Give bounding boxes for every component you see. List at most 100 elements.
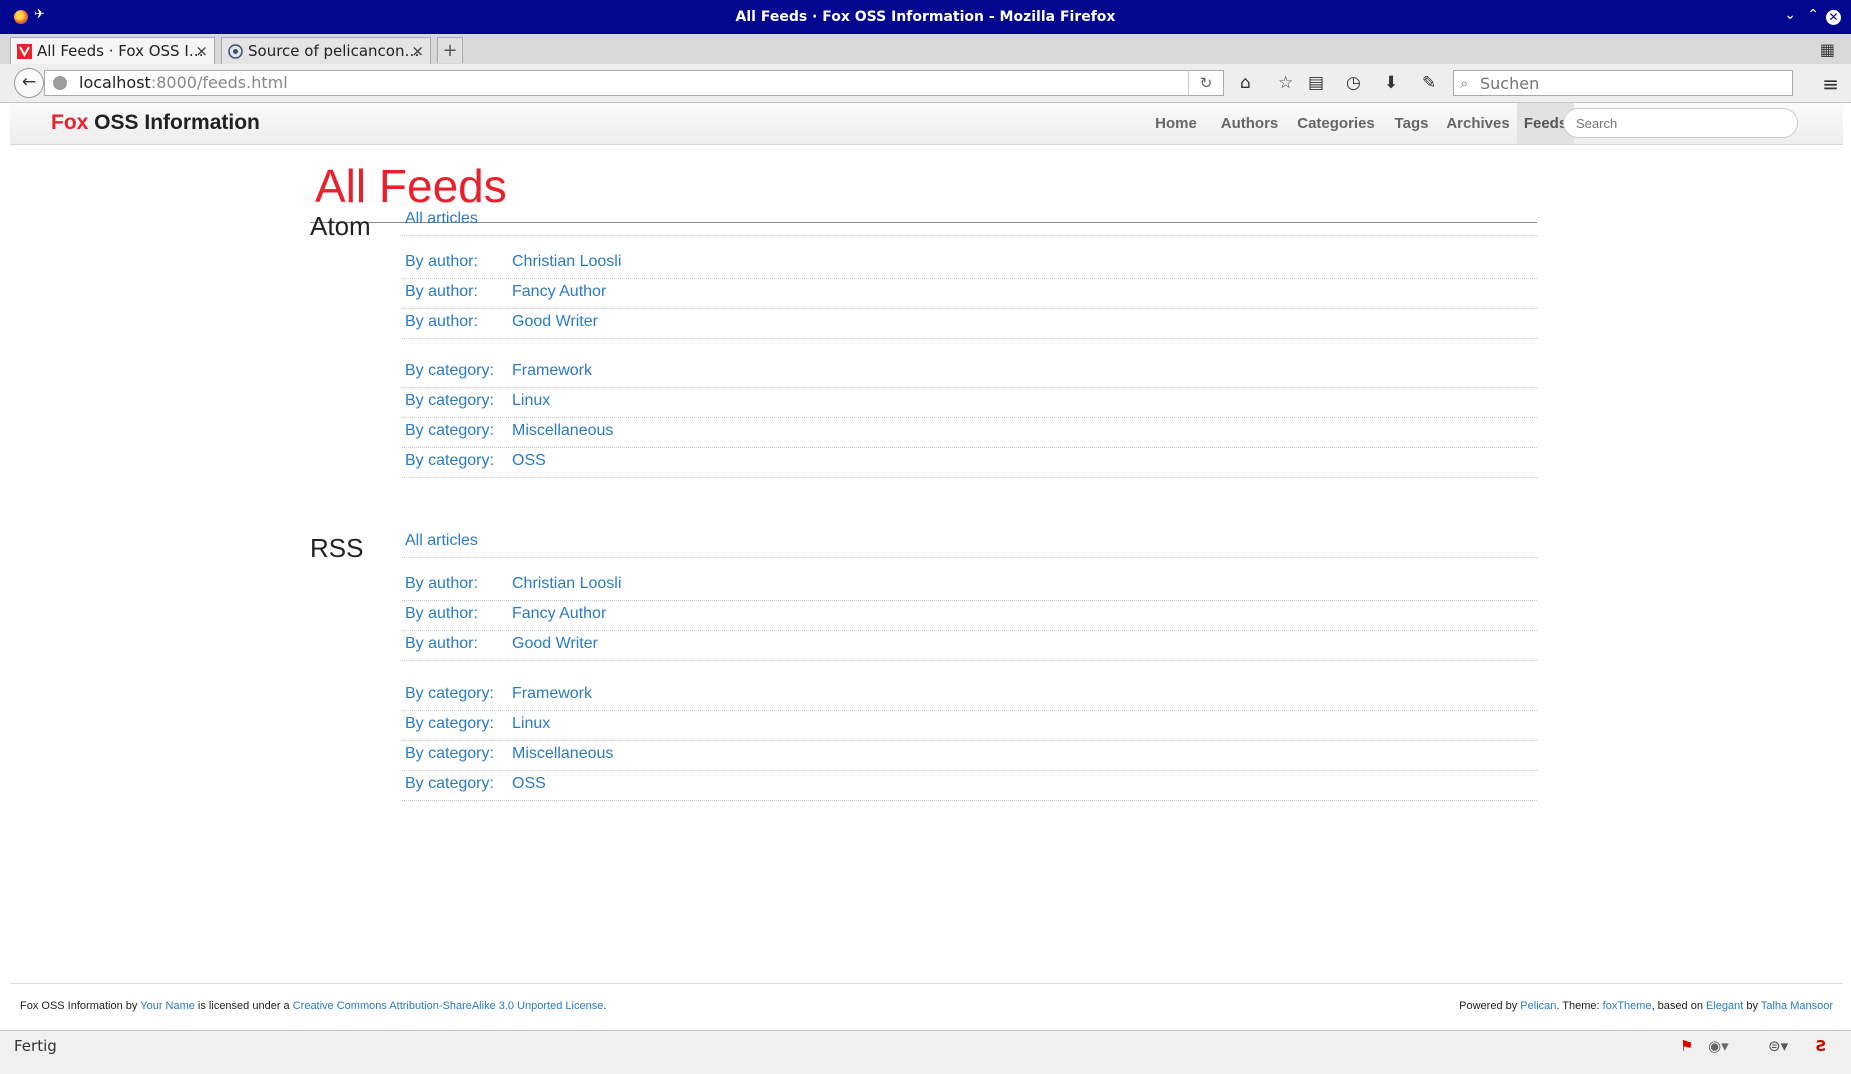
status-bar: Fertig ⚑ ◉▾ ⊜▾ Ƨ: [0, 1030, 1851, 1074]
addon-s-icon[interactable]: Ƨ: [1816, 1037, 1827, 1055]
feed-row-author: By author: Fancy Author: [402, 600, 1537, 631]
developer-tools-icon[interactable]: ✎: [1422, 73, 1436, 93]
feed-row-category: By category: Framework: [402, 357, 1537, 388]
feed-row-category: By category: Miscellaneous: [402, 417, 1537, 448]
feed-row-category: By category: Framework: [402, 680, 1537, 711]
feed-link-author[interactable]: Fancy Author: [512, 283, 606, 301]
feed-row-category: By category: Miscellaneous: [402, 740, 1537, 771]
feed-row-category: By category: Linux: [402, 387, 1537, 418]
feed-row-category: By category: OSS: [402, 770, 1537, 801]
footer-link-license[interactable]: Creative Commons Attribution-ShareAlike …: [293, 1000, 604, 1012]
tab-source[interactable]: Source of pelicancon… ×: [221, 37, 431, 64]
feed-label[interactable]: By author:: [405, 253, 478, 271]
bookmarks-menu-icon[interactable]: ▤: [1308, 73, 1324, 93]
tab-label: All Feeds · Fox OSS I…: [37, 42, 204, 60]
feed-label[interactable]: By category:: [405, 452, 494, 470]
feed-link-author[interactable]: Good Writer: [512, 313, 598, 331]
site-brand[interactable]: Fox OSS Information: [51, 111, 260, 135]
tab-groups-icon[interactable]: ▦: [1820, 40, 1835, 59]
tab-all-feeds[interactable]: All Feeds · Fox OSS I… ×: [10, 37, 215, 64]
section-heading-atom: Atom: [310, 211, 371, 241]
footer-link-author[interactable]: Your Name: [140, 1000, 195, 1012]
feed-label[interactable]: By author:: [405, 313, 478, 331]
feed-label[interactable]: By category:: [405, 715, 494, 733]
history-icon[interactable]: ◷: [1346, 73, 1361, 93]
feed-row-author: By author: Good Writer: [402, 308, 1537, 339]
home-icon[interactable]: ⌂: [1240, 73, 1251, 93]
feed-row-all: All articles: [402, 205, 1537, 236]
nav-authors[interactable]: Authors: [1211, 103, 1288, 144]
feed-label[interactable]: By author:: [405, 635, 478, 653]
nav-tags[interactable]: Tags: [1384, 103, 1439, 144]
feed-label[interactable]: By author:: [405, 575, 478, 593]
window-titlebar: ✈ All Feeds · Fox OSS Information - Mozi…: [0, 0, 1851, 34]
section-heading-rss: RSS: [310, 533, 364, 563]
feed-link-category[interactable]: Linux: [512, 715, 550, 733]
feed-label[interactable]: By author:: [405, 283, 478, 301]
browser-search-bar[interactable]: ⌕: [1453, 70, 1793, 96]
nav-categories[interactable]: Categories: [1288, 103, 1384, 144]
footer-link-theme[interactable]: foxTheme: [1603, 1000, 1652, 1012]
browser-search-input[interactable]: [1480, 72, 1780, 94]
downloads-icon[interactable]: ⬇: [1384, 73, 1398, 93]
back-button[interactable]: ←: [14, 68, 44, 98]
feed-row-category: By category: Linux: [402, 710, 1537, 741]
nav-archives[interactable]: Archives: [1439, 103, 1517, 144]
proxy-icon[interactable]: ⊜▾: [1768, 1037, 1788, 1055]
site-header: Fox OSS Information Home Authors Categor…: [10, 103, 1843, 145]
navigation-toolbar: ← localhost:8000/feeds.html ↻ ⌂ ☆ ▤ ◷ ⬇ …: [0, 64, 1851, 103]
feed-label[interactable]: By category:: [405, 362, 494, 380]
maximize-button[interactable]: ⌃: [1807, 7, 1819, 23]
fox-favicon-icon: [17, 44, 32, 59]
url-bar[interactable]: localhost:8000/feeds.html ↻: [44, 70, 1224, 96]
feed-link-author[interactable]: Christian Loosli: [512, 575, 621, 593]
site-search-input[interactable]: [1563, 108, 1798, 138]
reload-icon[interactable]: ↻: [1188, 71, 1223, 95]
feed-row-category: By category: OSS: [402, 447, 1537, 478]
feed-link-category[interactable]: Miscellaneous: [512, 745, 613, 763]
minimize-button[interactable]: ⌄: [1784, 7, 1796, 23]
footer-link-pelican[interactable]: Pelican: [1520, 1000, 1556, 1012]
feed-label[interactable]: By category:: [405, 745, 494, 763]
language-flag-icon[interactable]: ⚑: [1680, 1037, 1693, 1055]
footer-license: Fox OSS Information by Your Name is lice…: [20, 1000, 607, 1012]
feed-row-author: By author: Christian Loosli: [402, 570, 1537, 601]
footer-credits: Powered by Pelican. Theme: foxTheme, bas…: [1459, 1000, 1833, 1012]
feed-link-all-articles[interactable]: All articles: [405, 210, 478, 228]
feed-label[interactable]: By category:: [405, 685, 494, 703]
feed-link-category[interactable]: Framework: [512, 685, 592, 703]
site-identity-icon[interactable]: [53, 76, 67, 90]
feed-link-category[interactable]: OSS: [512, 775, 546, 793]
page-viewport: Fox OSS Information Home Authors Categor…: [10, 103, 1843, 1030]
url-text[interactable]: localhost:8000/feeds.html: [79, 71, 288, 95]
tab-close-icon[interactable]: ×: [195, 38, 208, 64]
tab-close-icon[interactable]: ×: [411, 38, 424, 64]
feed-row-author: By author: Christian Loosli: [402, 248, 1537, 279]
feed-link-category[interactable]: Miscellaneous: [512, 422, 613, 440]
globe-favicon-icon: [228, 44, 243, 59]
nav-home[interactable]: Home: [1141, 103, 1211, 144]
new-tab-button[interactable]: +: [437, 37, 463, 63]
feed-link-category[interactable]: Linux: [512, 392, 550, 410]
feed-row-author: By author: Good Writer: [402, 630, 1537, 661]
feed-link-category[interactable]: OSS: [512, 452, 546, 470]
feed-row-all: All articles: [402, 527, 1537, 558]
feed-link-category[interactable]: Framework: [512, 362, 592, 380]
feed-link-all-articles[interactable]: All articles: [405, 532, 478, 550]
feed-label[interactable]: By category:: [405, 392, 494, 410]
addon-icon[interactable]: ◉▾: [1708, 1037, 1729, 1055]
feed-link-author[interactable]: Christian Loosli: [512, 253, 621, 271]
feed-link-author[interactable]: Fancy Author: [512, 605, 606, 623]
feed-link-author[interactable]: Good Writer: [512, 635, 598, 653]
hamburger-menu-icon[interactable]: ≡: [1822, 72, 1839, 96]
feed-label[interactable]: By author:: [405, 605, 478, 623]
feed-row-author: By author: Fancy Author: [402, 278, 1537, 309]
tab-bar: All Feeds · Fox OSS I… × Source of pelic…: [0, 34, 1851, 65]
window-close-button[interactable]: ✕: [1826, 10, 1841, 25]
footer-link-elegant[interactable]: Elegant: [1706, 1000, 1743, 1012]
bookmark-star-icon[interactable]: ☆: [1278, 73, 1293, 93]
footer-link-talha[interactable]: Talha Mansoor: [1761, 1000, 1833, 1012]
search-icon: ⌕: [1460, 74, 1469, 92]
feed-label[interactable]: By category:: [405, 775, 494, 793]
feed-label[interactable]: By category:: [405, 422, 494, 440]
